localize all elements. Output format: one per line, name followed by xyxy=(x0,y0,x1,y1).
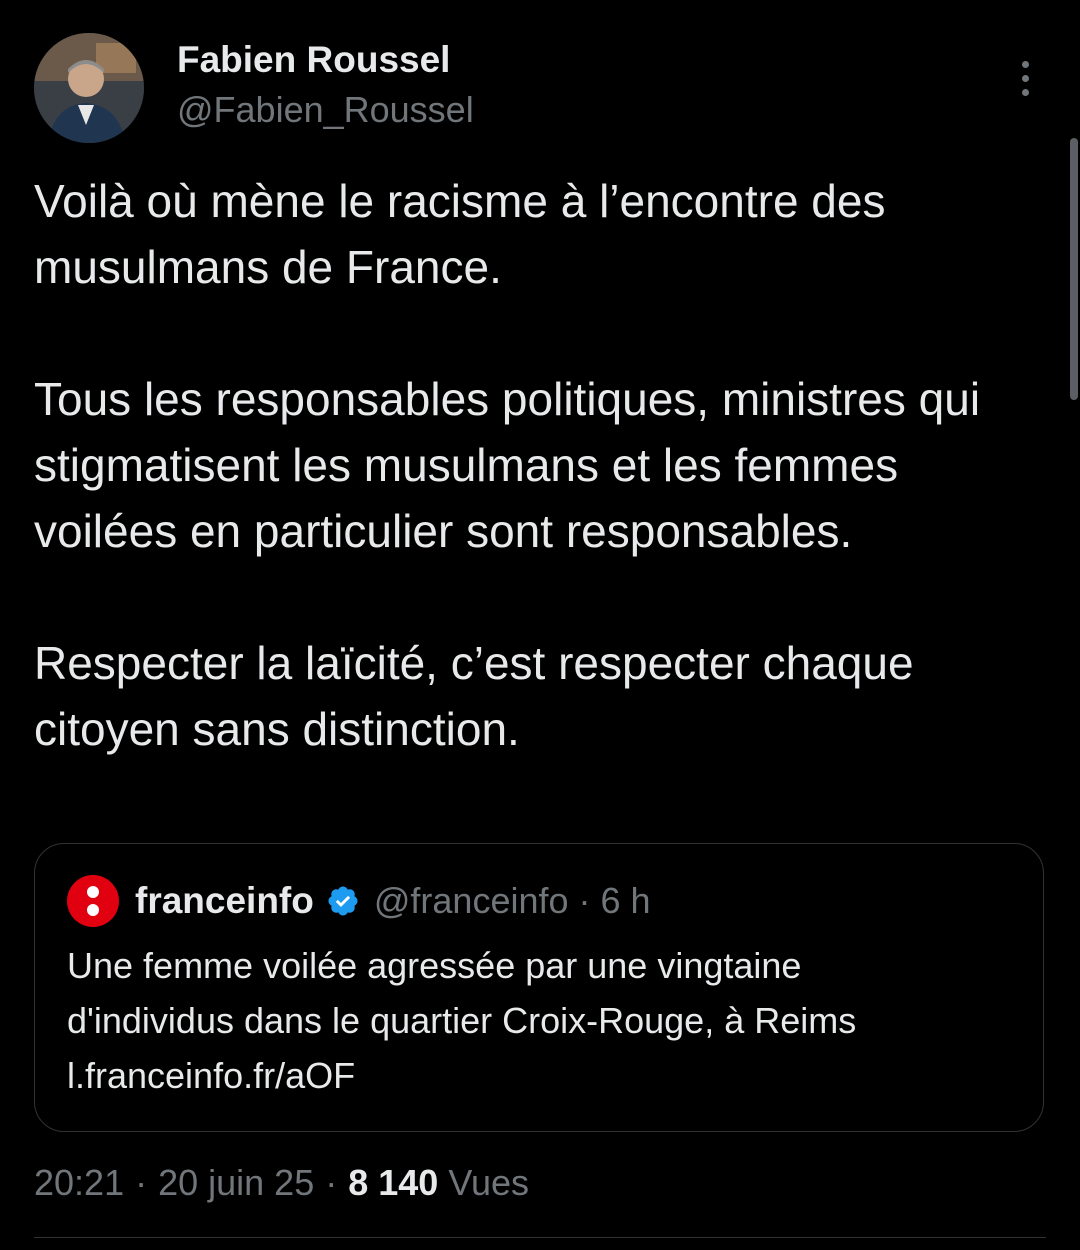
author-name[interactable]: Fabien Roussel xyxy=(177,38,450,82)
divider xyxy=(34,1237,1046,1238)
tweet-paragraph: Voilà où mène le racisme à l’encontre de… xyxy=(34,175,886,293)
franceinfo-logo xyxy=(67,875,119,927)
avatar[interactable] xyxy=(34,33,144,143)
verified-badge-icon xyxy=(328,886,358,916)
quoted-text-line: d'individus dans le quartier Croix-Rouge… xyxy=(67,1000,857,1041)
views-count: 8 140 xyxy=(348,1162,439,1203)
quoted-link[interactable]: l.franceinfo.fr/aOF xyxy=(67,1048,1017,1103)
quoted-tweet[interactable]: franceinfo @franceinfo · 6 h Une femme v… xyxy=(34,843,1044,1132)
tweet-text: Voilà où mène le racisme à l’encontre de… xyxy=(34,168,1044,762)
tweet-date[interactable]: 20 juin 25 xyxy=(158,1162,314,1204)
more-options-button[interactable] xyxy=(1004,55,1046,101)
quoted-tweet-header: franceinfo @franceinfo · 6 h xyxy=(67,874,651,928)
quoted-author-handle: @franceinfo xyxy=(373,880,569,921)
separator-dot: · xyxy=(135,1162,148,1203)
quoted-author-name: franceinfo xyxy=(135,880,314,921)
tweet-paragraph: Respecter la laïcité, c’est respecter ch… xyxy=(34,637,914,755)
quoted-tweet-text: Une femme voilée agressée par une vingta… xyxy=(67,938,1017,1103)
author-handle[interactable]: @Fabien_Roussel xyxy=(177,88,474,132)
tweet-detail: Fabien Roussel @Fabien_Roussel Voilà où … xyxy=(0,0,1080,1250)
tweet-paragraph: Tous les responsables politiques, minist… xyxy=(34,373,981,557)
more-vertical-icon xyxy=(1021,60,1029,68)
tweet-time[interactable]: 20:21 xyxy=(34,1162,124,1204)
views-label: Vues xyxy=(448,1162,530,1203)
quoted-tweet-time: 6 h xyxy=(600,880,651,921)
separator-dot: · xyxy=(578,880,591,921)
quoted-text-line: Une femme voilée agressée par une vingta… xyxy=(67,945,802,986)
separator-dot: · xyxy=(325,1162,338,1203)
tweet-meta: 20:21 · 20 juin 25 · 8 140 Vues xyxy=(34,1158,529,1208)
scrollbar[interactable] xyxy=(1070,138,1078,400)
avatar-photo xyxy=(34,33,144,143)
